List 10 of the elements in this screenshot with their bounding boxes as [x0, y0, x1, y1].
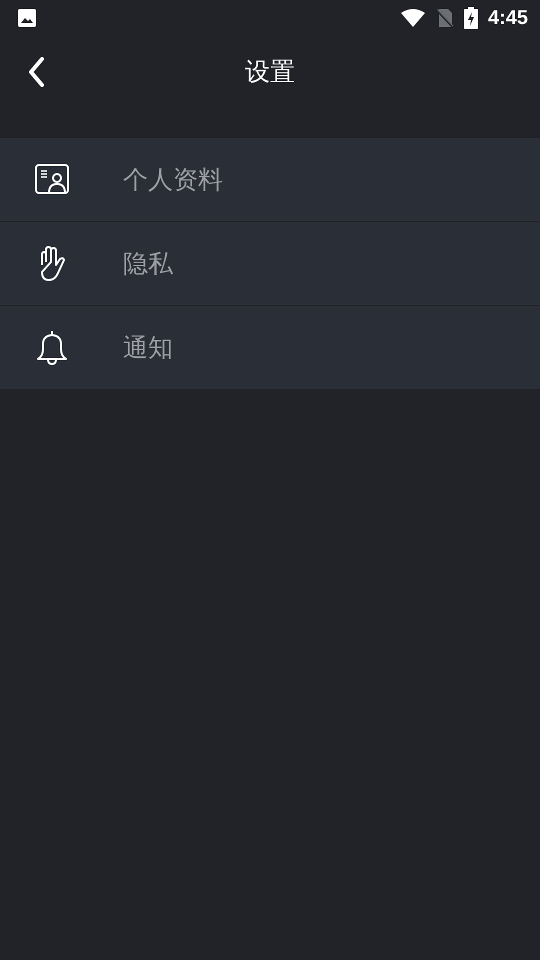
image-icon: [17, 8, 37, 28]
settings-item[interactable]: 通知: [0, 306, 540, 389]
settings-item[interactable]: 隐私: [0, 222, 540, 305]
battery-icon: [464, 7, 478, 29]
wifi-icon: [400, 8, 426, 28]
no-sim-icon: [436, 8, 454, 28]
page-title: 设置: [245, 56, 295, 88]
bell-icon: [34, 328, 70, 366]
status-time: 4:45: [488, 6, 528, 30]
settings-item[interactable]: 个人资料: [0, 138, 540, 221]
